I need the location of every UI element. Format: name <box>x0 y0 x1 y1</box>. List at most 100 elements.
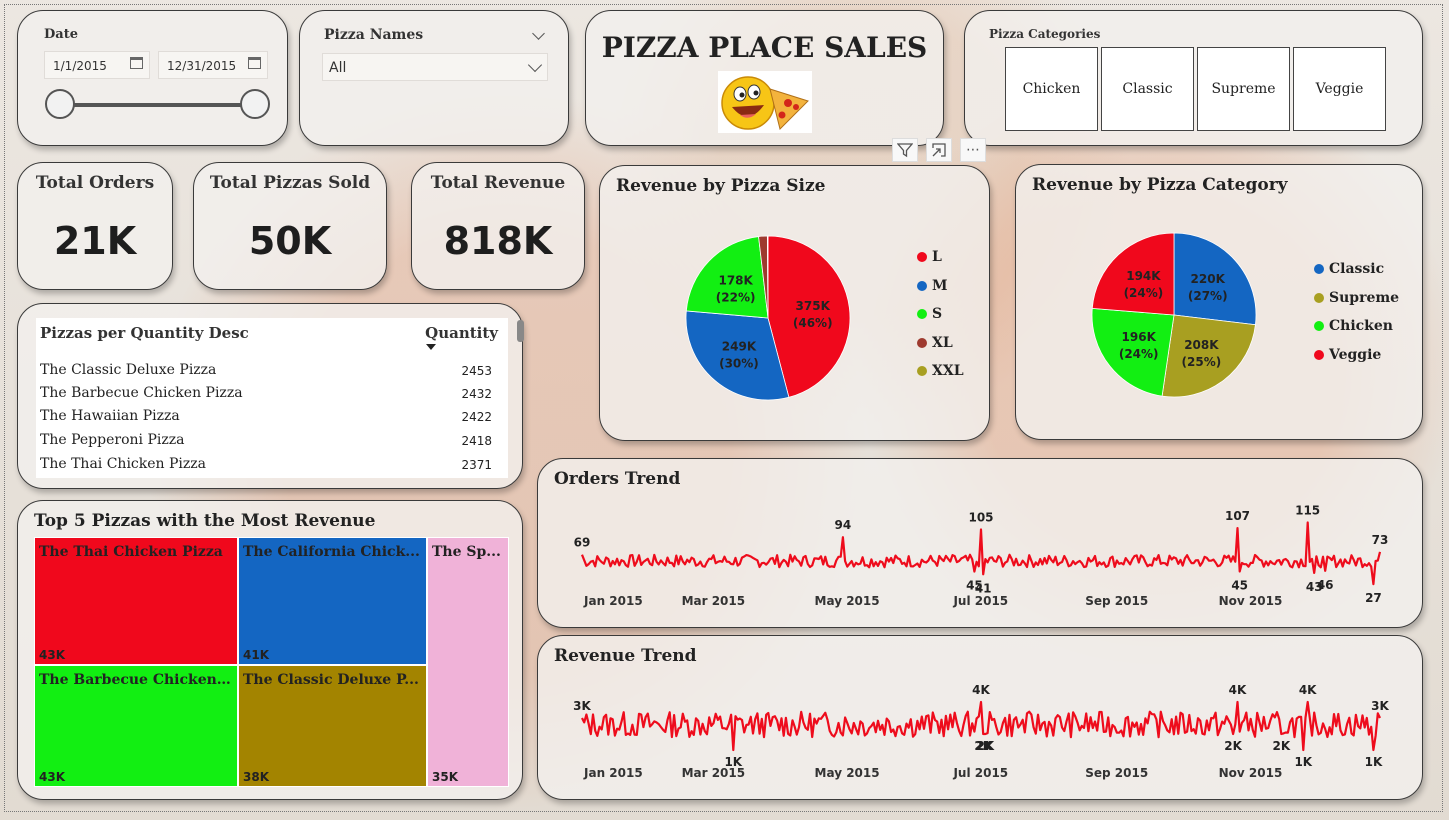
row-quantity: 2453 <box>461 364 492 378</box>
legend-item-s[interactable]: S <box>917 306 942 322</box>
calendar-icon[interactable] <box>130 57 143 69</box>
pizza-names-dropdown[interactable]: All <box>322 53 548 81</box>
treemap-tile[interactable]: The Sp... 35K <box>427 537 509 787</box>
legend-label: XXL <box>932 363 964 379</box>
trend-line[interactable] <box>580 521 1382 586</box>
slice-value-label: 249K <box>722 339 757 353</box>
data-label: 2K <box>1224 739 1242 753</box>
data-label: 3K <box>1371 699 1389 713</box>
categories-label: Pizza Categories <box>989 27 1101 41</box>
kpi-value: 21K <box>53 219 137 263</box>
data-label: 45 <box>1231 579 1248 593</box>
table-row[interactable]: The Barbecue Chicken Pizza 2432 <box>40 385 492 407</box>
slice-pct-label: (24%) <box>1124 286 1164 300</box>
legend-item-veggie[interactable]: Veggie <box>1314 347 1381 363</box>
kpi-total-revenue: Total Revenue 818K <box>411 162 585 290</box>
data-label: 107 <box>1225 509 1250 523</box>
kpi-label: Total Pizzas Sold <box>209 173 371 193</box>
legend-marker <box>917 337 927 348</box>
table-row[interactable]: The Classic Deluxe Pizza 2453 <box>40 362 492 384</box>
legend-item-chicken[interactable]: Chicken <box>1314 318 1393 334</box>
tile-name: The California Chick... <box>243 544 420 560</box>
tile-name: The Thai Chicken Pizza <box>39 544 223 560</box>
x-tick-label: Nov 2015 <box>1219 766 1283 780</box>
category-button-supreme[interactable]: Supreme <box>1197 47 1290 131</box>
slice-value-label: 220K <box>1191 272 1226 286</box>
legend-marker <box>917 280 927 291</box>
legend-item-classic[interactable]: Classic <box>1314 261 1384 277</box>
top5-treemap-card: Top 5 Pizzas with the Most Revenue The T… <box>17 500 523 800</box>
legend-item-m[interactable]: M <box>917 278 948 294</box>
legend-label: S <box>932 306 943 322</box>
focus-mode-icon[interactable] <box>926 138 952 162</box>
calendar-icon[interactable] <box>248 57 261 69</box>
legend-marker <box>1314 349 1324 360</box>
data-label: 4K <box>1229 683 1247 697</box>
row-quantity: 2418 <box>461 434 492 448</box>
x-tick-label: Jul 2015 <box>952 594 1008 608</box>
slider-end-handle[interactable] <box>240 89 270 119</box>
chevron-down-icon[interactable] <box>532 27 545 40</box>
chart-title: Revenue by Pizza Size <box>616 176 826 196</box>
filter-icon[interactable] <box>892 138 918 162</box>
page-title: PIZZA PLACE SALES <box>601 31 928 64</box>
legend-marker <box>917 366 927 376</box>
legend-item-xl[interactable]: XL <box>917 335 953 351</box>
legend-marker <box>1314 321 1324 331</box>
row-pizza-name: The Pepperoni Pizza <box>40 432 185 448</box>
end-date-input[interactable]: 12/31/2015 <box>158 51 268 79</box>
tile-value: 43K <box>39 770 65 784</box>
data-label: 1K <box>1294 755 1312 769</box>
sort-desc-icon[interactable] <box>426 344 436 350</box>
end-date-value: 12/31/2015 <box>167 59 237 73</box>
more-options-icon[interactable]: ⋯ <box>960 138 986 162</box>
scrollbar[interactable] <box>517 320 524 342</box>
treemap-tile[interactable]: The Thai Chicken Pizza 43K <box>34 537 238 665</box>
treemap-tile[interactable]: The California Chick... 41K <box>238 537 427 665</box>
row-quantity: 2432 <box>461 387 492 401</box>
legend-item-supreme[interactable]: Supreme <box>1314 290 1399 306</box>
categories-slicer: Pizza Categories Chicken Classic Supreme… <box>964 10 1423 146</box>
legend-marker <box>1314 264 1324 274</box>
category-button-classic[interactable]: Classic <box>1101 47 1194 131</box>
chevron-down-icon[interactable] <box>527 57 543 73</box>
table-row[interactable]: The Thai Chicken Pizza 2371 <box>40 456 492 478</box>
legend-item-xxl[interactable]: XXL <box>917 363 964 379</box>
x-tick-label: Sep 2015 <box>1085 594 1148 608</box>
data-label: 115 <box>1295 504 1320 518</box>
data-label: 2K <box>1273 739 1291 753</box>
treemap-tile[interactable]: The Classic Deluxe P... 38K <box>238 665 427 787</box>
slice-value-label: 178K <box>718 274 753 288</box>
column-header-name[interactable]: Pizzas per Quantity Desc <box>40 324 249 342</box>
date-label: Date <box>44 27 78 42</box>
column-header-quantity[interactable]: Quantity <box>425 324 498 342</box>
pizza-names-label: Pizza Names <box>324 27 424 43</box>
row-pizza-name: The Thai Chicken Pizza <box>40 456 206 472</box>
legend-item-l[interactable]: L <box>917 249 942 265</box>
start-date-input[interactable]: 1/1/2015 <box>44 51 150 79</box>
category-button-chicken[interactable]: Chicken <box>1005 47 1098 131</box>
category-pie-card: Revenue by Pizza Category 220K (27%) 208K (… <box>1015 164 1423 440</box>
orders-trend-card: Orders Trend 69 94 105 45 41 107 45 115 43 46 73 27… <box>537 458 1423 628</box>
legend-label: M <box>932 277 948 294</box>
date-range-slider[interactable] <box>60 103 256 107</box>
data-label: 2K <box>977 739 995 753</box>
tile-name: The Sp... <box>432 544 501 560</box>
orders-line-chart: 699410545411074511543467327Jan 2015 Mar 2… <box>574 504 1389 609</box>
slider-start-handle[interactable] <box>45 89 75 119</box>
data-label: 27 <box>1365 591 1382 605</box>
chart-title: Top 5 Pizzas with the Most Revenue <box>34 511 376 531</box>
category-button-veggie[interactable]: Veggie <box>1293 47 1386 131</box>
treemap-tile[interactable]: The Barbecue Chicken ... 43K <box>34 665 238 787</box>
slice-pct-label: (46%) <box>793 316 833 330</box>
x-tick-label: May 2015 <box>815 594 880 608</box>
table-row[interactable]: The Pepperoni Pizza 2418 <box>40 432 492 454</box>
legend-marker <box>917 252 927 262</box>
revenue-trend-card: Revenue Trend 3K 1K 4K 2K 2K 4K 2K 2K 4K 1K 3K 1K Ja… <box>537 635 1423 800</box>
legend-label: XL <box>932 334 953 351</box>
size-pie-chart: 375K (46%) 249K (30%) 178K (22%) <box>685 235 851 401</box>
data-label: 73 <box>1372 533 1389 547</box>
size-pie-card: Revenue by Pizza Size 375K (46%) 249K (30%)… <box>599 165 990 441</box>
table-row[interactable]: The Hawaiian Pizza 2422 <box>40 408 492 430</box>
x-tick-label: Sep 2015 <box>1085 766 1148 780</box>
